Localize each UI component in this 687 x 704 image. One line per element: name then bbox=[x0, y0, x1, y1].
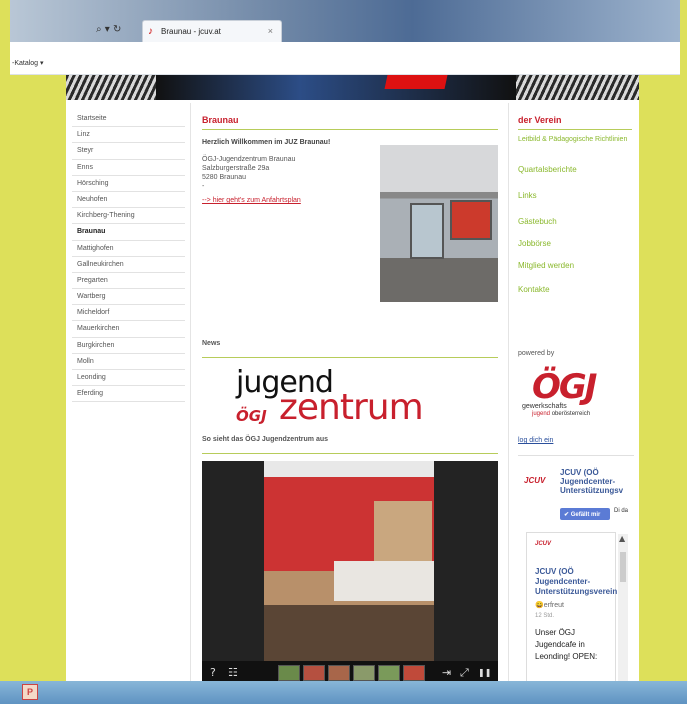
photo-door bbox=[410, 203, 444, 259]
help-icon[interactable]: ? bbox=[210, 666, 216, 679]
gallery-thumbnail[interactable] bbox=[278, 665, 300, 681]
browser-title-bar bbox=[10, 0, 680, 42]
nav-item[interactable]: Molln bbox=[72, 354, 185, 370]
sidebar-divider bbox=[518, 129, 632, 130]
post-avatar: JCUV bbox=[535, 541, 552, 547]
bookmarks-bar: -Katalog ▾ bbox=[10, 42, 680, 75]
logo-word-zentrum: zentrum bbox=[279, 387, 424, 428]
scroll-thumb[interactable] bbox=[620, 552, 626, 582]
nav-item[interactable]: Neuhofen bbox=[72, 192, 185, 209]
verein-link[interactable]: Quartalsberichte bbox=[518, 165, 630, 174]
column-divider bbox=[508, 103, 509, 685]
feed-scrollbar[interactable]: ▲ bbox=[618, 534, 628, 686]
verein-link[interactable]: Jobbörse bbox=[518, 239, 630, 248]
gallery-caption: So sieht das ÖGJ Jugendzentrum aus bbox=[202, 436, 329, 443]
taskbar: P bbox=[0, 681, 687, 704]
photo-gallery[interactable]: ? ☷ ⇥ ⤢ ❚❚ bbox=[202, 461, 498, 685]
ogj-logo-text: gewerkschafts bbox=[522, 403, 567, 410]
news-divider bbox=[202, 357, 498, 358]
nav-item[interactable]: Wartberg bbox=[72, 289, 185, 306]
nav-item[interactable]: Braunau bbox=[72, 224, 185, 241]
title-divider bbox=[202, 129, 498, 130]
fullscreen-icon[interactable]: ⤢ bbox=[460, 666, 469, 680]
post-time[interactable]: 12 Std. bbox=[535, 613, 554, 619]
tab-close-icon[interactable]: × bbox=[268, 26, 273, 36]
favicon-icon: ♪ bbox=[148, 26, 153, 37]
verein-link[interactable]: Mitglied werden bbox=[518, 261, 630, 270]
scroll-up-icon[interactable]: ▲ bbox=[619, 534, 625, 543]
powered-by-label: powered by bbox=[518, 350, 555, 357]
login-link[interactable]: log dich ein bbox=[518, 437, 553, 444]
main-content: Braunau Herzlich Willkommen im JUZ Braun… bbox=[202, 115, 498, 302]
ogj-logo-jugend: jugend bbox=[532, 411, 551, 417]
page-logo: JCUV bbox=[524, 476, 546, 485]
nav-item[interactable]: Hörsching bbox=[72, 176, 185, 192]
logo-brand: ÖGJ bbox=[236, 407, 267, 425]
browser-chrome: ⌕ ▾ ↻ ♪ Braunau - jcuv.at × -Katalog ▾ bbox=[10, 0, 680, 75]
sidebar-heading: der Verein bbox=[518, 115, 562, 125]
share-icon[interactable]: ⇥ bbox=[442, 666, 451, 679]
post-feeling: 😄erfreut bbox=[535, 602, 564, 609]
powerpoint-app-icon[interactable]: P bbox=[22, 684, 38, 700]
nav-item[interactable]: Linz bbox=[72, 127, 185, 144]
header-banner bbox=[66, 75, 639, 100]
building-photo bbox=[380, 145, 498, 302]
facebook-widget: JCUV JCUV (OÖ Jugendcenter-Unterstützung… bbox=[518, 455, 634, 686]
nav-item[interactable]: Mauerkirchen bbox=[72, 321, 185, 338]
gallery-thumbnail[interactable] bbox=[353, 665, 375, 681]
tab-title: Braunau - jcuv.at bbox=[161, 27, 221, 36]
banner-tag bbox=[384, 75, 448, 89]
right-sidebar: der Verein Leitbild & Pädagogische Richt… bbox=[518, 115, 632, 294]
nav-item[interactable]: Mattighofen bbox=[72, 241, 185, 257]
like-count-text: Di da bbox=[614, 508, 629, 514]
column-divider bbox=[190, 103, 191, 685]
location-nav: Startseite Linz Steyr Enns Hörsching Neuhofen… bbox=[72, 111, 185, 403]
grid-icon[interactable]: ☷ bbox=[228, 666, 238, 679]
nav-item[interactable]: Leonding bbox=[72, 370, 185, 387]
caption-divider bbox=[202, 453, 498, 454]
gallery-thumbnail[interactable] bbox=[328, 665, 350, 681]
nav-item[interactable]: Micheldorf bbox=[72, 305, 185, 322]
gallery-thumbnail[interactable] bbox=[303, 665, 325, 681]
nav-item[interactable]: Gallneukirchen bbox=[72, 257, 185, 273]
website: Startseite Linz Steyr Enns Hörsching Neuhofen… bbox=[66, 75, 639, 686]
jugendzentrum-logo: jugend ÖGJ zentrum bbox=[236, 365, 476, 428]
like-button[interactable]: ✔ Gefällt mir bbox=[560, 508, 610, 520]
nav-item[interactable]: Kirchberg-Thening bbox=[72, 208, 185, 225]
news-heading: News bbox=[202, 340, 221, 347]
verein-link[interactable]: Gästebuch bbox=[518, 217, 630, 226]
facebook-page-name[interactable]: JCUV (OÖ Jugendcenter-Unterstützungsv bbox=[560, 468, 634, 495]
nav-item[interactable]: Startseite bbox=[72, 111, 185, 128]
image-counter bbox=[334, 561, 434, 601]
verein-link[interactable]: Links bbox=[518, 191, 630, 200]
nav-item[interactable]: Eferding bbox=[72, 386, 185, 403]
photo-window bbox=[450, 200, 492, 240]
ogj-logo-mark: ÖGJ bbox=[532, 367, 597, 407]
nav-item[interactable]: Enns bbox=[72, 160, 185, 176]
post-author[interactable]: JCUV (OÖ Jugendcenter-Unterstützungsvere… bbox=[535, 567, 619, 597]
page-title: Braunau bbox=[202, 115, 239, 125]
address-bar-tools[interactable]: ⌕ ▾ ↻ bbox=[96, 24, 121, 35]
gallery-thumbnail[interactable] bbox=[403, 665, 425, 681]
post-message: Unser ÖGJ Jugendcafe in Leonding! OPEN: bbox=[535, 628, 598, 661]
gallery-main-image[interactable] bbox=[264, 461, 434, 661]
verein-link[interactable]: Kontakte bbox=[518, 285, 630, 294]
gallery-thumbnail[interactable] bbox=[378, 665, 400, 681]
nav-item[interactable]: Steyr bbox=[72, 143, 185, 160]
bookmark-item[interactable]: -Katalog ▾ bbox=[12, 59, 44, 67]
pause-icon[interactable]: ❚❚ bbox=[478, 668, 491, 677]
nav-item[interactable]: Burgkirchen bbox=[72, 338, 185, 354]
facebook-post: JCUV JCUV (OÖ Jugendcenter-Unterstützung… bbox=[526, 532, 619, 686]
banner-artwork bbox=[156, 75, 516, 100]
verein-link[interactable]: Leitbild & Pädagogische Richtlinien bbox=[518, 135, 630, 145]
ogj-logo-region: oberösterreich bbox=[551, 411, 591, 417]
browser-tab[interactable]: ♪ Braunau - jcuv.at × bbox=[142, 20, 282, 42]
ogj-logo-subtext: jugend oberösterreich bbox=[532, 411, 590, 417]
ogj-logo[interactable]: ÖGJ gewerkschafts jugend oberösterreich bbox=[522, 367, 632, 427]
nav-item[interactable]: Pregarten bbox=[72, 273, 185, 290]
